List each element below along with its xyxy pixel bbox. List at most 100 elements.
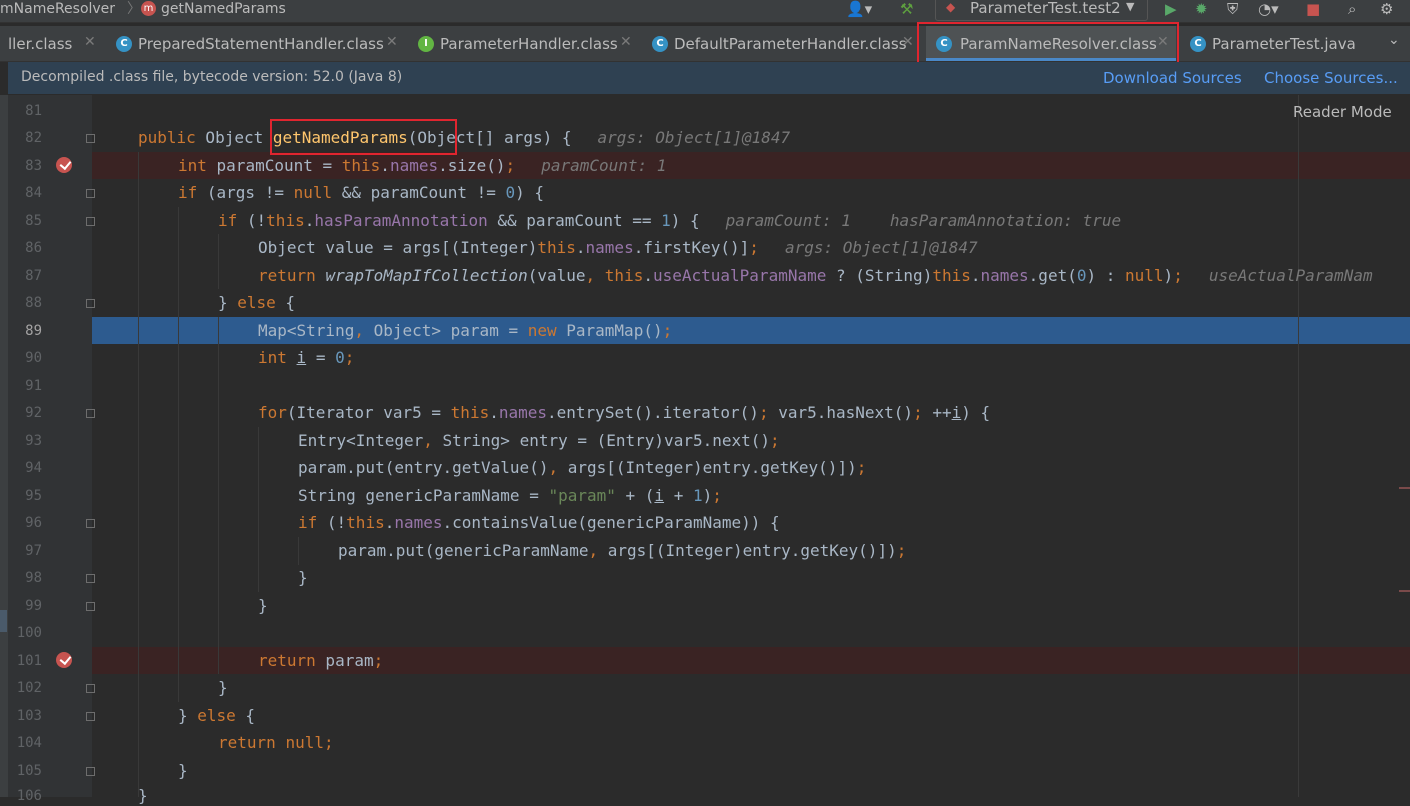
download-sources-link[interactable]: Download Sources [1103, 69, 1242, 87]
line-number: 101 [16, 653, 42, 669]
tab-defaultparameterhandler[interactable]: C DefaultParameterHandler.class ✕ [652, 26, 922, 61]
fold-marker-icon[interactable] [86, 409, 95, 418]
code-line-97: param.put(genericParamName, args[(Intege… [338, 541, 906, 561]
keyword: return [218, 733, 276, 752]
line-number: 81 [25, 103, 42, 119]
code-text: . [489, 403, 499, 422]
code-text: .size() [438, 156, 506, 175]
code-text: , [588, 541, 608, 560]
run-icon[interactable]: ▶ [1165, 0, 1177, 18]
code-text: . [380, 156, 390, 175]
close-icon[interactable]: ✕ [386, 34, 398, 50]
keyword: else [237, 293, 276, 312]
keyword: for [258, 403, 287, 422]
field: names [389, 156, 439, 175]
code-text: ParamMap() [556, 321, 663, 340]
fold-marker-icon[interactable] [86, 299, 95, 308]
tool-window-button[interactable] [0, 610, 7, 632]
user-icon[interactable]: 👤▾ [846, 0, 872, 18]
fold-marker-icon[interactable] [86, 217, 95, 226]
line-number: 92 [25, 405, 42, 421]
indent-guide [138, 152, 139, 797]
tab-label: ParameterTest.java [1212, 35, 1356, 53]
keyword: this [450, 403, 490, 422]
keyword: if [298, 513, 318, 532]
code-line-95: String genericParamName = "param" + (i +… [298, 486, 722, 506]
variable: i [654, 486, 665, 505]
code-text: ; [770, 431, 780, 450]
tab-preparedstatementhandler[interactable]: C PreparedStatementHandler.class ✕ [116, 26, 406, 61]
keyword: int [258, 348, 287, 367]
profile-icon[interactable]: ◔▾ [1258, 0, 1279, 18]
fold-marker-icon[interactable] [86, 684, 95, 693]
fold-marker-icon[interactable] [86, 189, 95, 198]
code-text: ; [913, 403, 933, 422]
code-line-87: return wrapToMapIfCollection(value, this… [258, 266, 1373, 286]
code-text: ; [1173, 266, 1183, 285]
code-line-98: } [298, 568, 308, 587]
line-number: 90 [25, 350, 42, 366]
breadcrumb-method[interactable]: getNamedParams [161, 0, 286, 22]
method-call: wrapToMapIfCollection [325, 266, 528, 285]
code-text: ; [758, 403, 779, 422]
breakpoint-icon[interactable] [56, 157, 72, 173]
code-text: ; [712, 486, 722, 505]
code-line-101: return param; [258, 651, 383, 671]
field: useActualParamName [652, 266, 827, 285]
code-text: args[(Integer)entry.getKey()]) [607, 541, 897, 560]
code-text: ? (String) [826, 266, 933, 285]
tab-label: ller.class [8, 35, 73, 53]
fold-marker-icon[interactable] [86, 134, 95, 143]
code-text: , [585, 266, 605, 285]
fold-marker-icon[interactable] [86, 602, 95, 611]
code-text: ; [856, 458, 867, 477]
tab-parametertest-java[interactable]: C ParameterTest.java [1190, 26, 1370, 61]
close-icon[interactable]: ✕ [902, 34, 914, 50]
class-icon: C [652, 36, 668, 52]
reader-mode-toggle[interactable]: Reader Mode [1293, 103, 1392, 121]
indent-guide [298, 537, 299, 565]
indent-guide [218, 234, 219, 289]
scrollbar-marker[interactable] [1399, 590, 1410, 592]
inline-debug-hint: paramCount: 1 [725, 211, 851, 230]
fold-marker-icon[interactable] [86, 712, 95, 721]
close-icon[interactable]: ✕ [620, 34, 632, 50]
code-text: . [970, 266, 981, 285]
code-text: ) { [670, 211, 700, 230]
choose-sources-link[interactable]: Choose Sources... [1264, 69, 1398, 87]
breadcrumb-class[interactable]: mNameResolver [0, 0, 115, 22]
tab-handler-class[interactable]: ller.class ✕ [0, 26, 104, 61]
code-text: ++ [932, 403, 952, 422]
close-icon[interactable]: ✕ [84, 34, 96, 50]
code-line-89: Map<String, Object> param = new ParamMap… [258, 321, 672, 341]
tab-parameterhandler[interactable]: I ParameterHandler.class ✕ [418, 26, 640, 61]
keyword: this [346, 513, 385, 532]
inline-debug-hint: args: Object[1]@1847 [597, 128, 791, 147]
code-text: ) { [961, 403, 991, 422]
code-text: ) : [1086, 266, 1126, 285]
code-text: + ( [615, 486, 655, 505]
gear-icon[interactable]: ⚙ [1380, 0, 1393, 18]
tabs-overflow-chevron-icon[interactable]: ⌄ [1388, 32, 1400, 48]
breakpoint-icon[interactable] [56, 652, 72, 668]
code-text: ; [505, 156, 516, 175]
debug-icon[interactable]: ✹ [1195, 0, 1208, 18]
code-line-103: } else { [178, 706, 255, 726]
fold-marker-icon[interactable] [86, 767, 95, 776]
code-text: var5.hasNext() [778, 403, 914, 422]
code-text: paramCount = [206, 156, 342, 175]
code-text: .entrySet().iterator() [547, 403, 759, 422]
search-icon[interactable]: ⌕ [1348, 0, 1356, 18]
fold-marker-icon[interactable] [86, 519, 95, 528]
scrollbar-marker[interactable] [1399, 487, 1410, 489]
build-hammer-icon[interactable]: ⚒ [900, 0, 913, 18]
stop-icon[interactable]: ■ [1306, 0, 1320, 18]
fold-marker-icon[interactable] [86, 574, 95, 583]
code-text: String genericParamName = [298, 486, 549, 505]
field: names [980, 266, 1029, 285]
coverage-icon[interactable]: ⛨ [1227, 0, 1238, 18]
code-line-85: if (!this.hasParamAnnotation && paramCou… [218, 211, 1121, 231]
code-text: } [178, 706, 198, 725]
run-configuration-selector[interactable]: ◆ ParameterTest.test2 ▼ [935, 0, 1148, 21]
line-number: 99 [25, 598, 42, 614]
